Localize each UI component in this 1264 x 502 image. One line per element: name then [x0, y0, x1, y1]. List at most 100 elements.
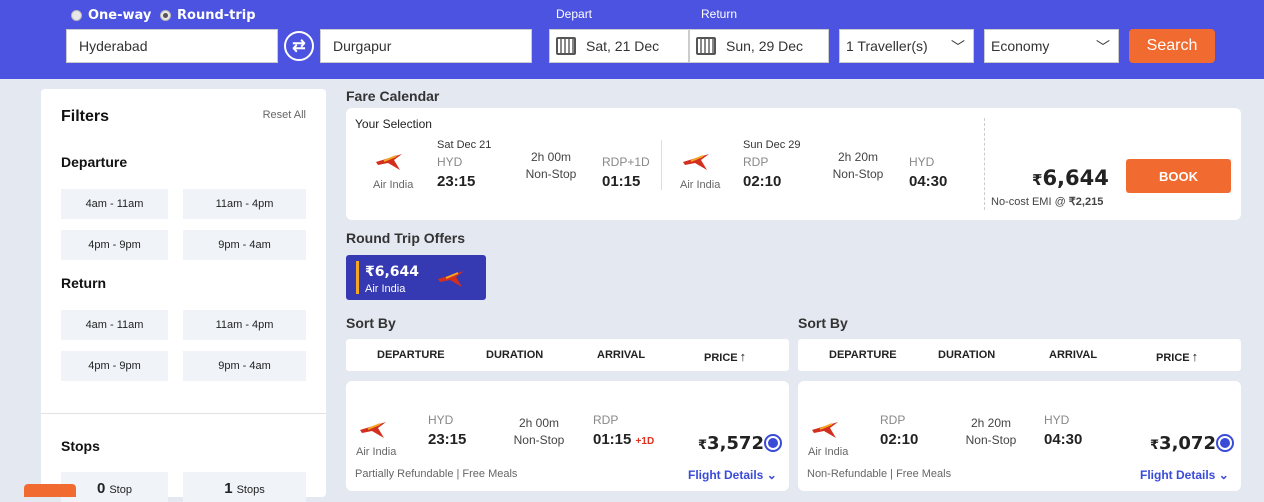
flight-details-link[interactable]: Flight Details ⌄	[688, 468, 777, 482]
sort-price[interactable]: PRICE ↑	[1156, 349, 1198, 364]
offer-card[interactable]: ₹6,644 Air India	[346, 255, 486, 300]
to-code: HYD	[1044, 413, 1070, 427]
book-button[interactable]: BOOK	[1126, 159, 1231, 193]
select-radio[interactable]	[764, 434, 782, 452]
divider	[41, 413, 326, 414]
sort-departure[interactable]: DEPARTURE	[377, 349, 445, 361]
fare-notes: Partially Refundable | Free Meals	[355, 468, 518, 480]
divider	[661, 140, 662, 190]
from-code: RDP	[880, 413, 906, 427]
departure-slot-chip[interactable]: 4am - 11am	[61, 189, 168, 219]
arrow-up-icon: ↑	[739, 349, 747, 364]
air-india-logo-icon	[376, 154, 402, 170]
offer-airline: Air India	[365, 283, 406, 295]
price: ₹3,072	[1150, 433, 1216, 454]
stop-filter-chip[interactable]: 1 Stops	[183, 472, 306, 502]
stops-heading: Stops	[61, 438, 100, 454]
return-date-field[interactable]: Sun, 29 Dec	[689, 29, 829, 63]
search-button[interactable]: Search	[1129, 29, 1215, 63]
filters-panel: Filters Reset All Departure 4am - 11am 1…	[41, 89, 326, 502]
return-stops: Non-Stop	[832, 167, 884, 181]
sort-by-title: Sort By	[798, 315, 848, 331]
radio-dot-selected	[160, 10, 171, 21]
onward-arr-time: 01:15	[602, 173, 641, 190]
arr-time: 01:15 +1D	[593, 431, 655, 448]
from-code: HYD	[428, 413, 454, 427]
stop-filter-chip[interactable]: 0 Stop	[61, 472, 168, 502]
day-change-badge: +1D	[635, 436, 655, 447]
sort-duration[interactable]: DURATION	[486, 349, 543, 361]
return-label: Return	[701, 7, 738, 21]
return-slot-chip[interactable]: 4am - 11am	[61, 310, 168, 340]
onward-sort-bar: DEPARTURE DURATION ARRIVAL PRICE ↑	[346, 339, 789, 371]
select-radio[interactable]	[1216, 434, 1234, 452]
cabin-class-select[interactable]: Economy ﹀	[984, 29, 1119, 63]
return-slot-chip[interactable]: 4pm - 9pm	[61, 351, 168, 381]
onward-date: Sat Dec 21	[437, 139, 492, 151]
emi-text: No-cost EMI @ ₹2,215	[991, 196, 1104, 208]
radio-dot	[71, 10, 82, 21]
sort-price[interactable]: PRICE ↑	[704, 349, 746, 364]
return-slot-chip[interactable]: 11am - 4pm	[183, 310, 306, 340]
airline-name: Air India	[808, 446, 849, 458]
return-from-code: RDP	[743, 155, 769, 169]
air-india-logo-icon	[683, 154, 709, 170]
sort-arrival[interactable]: ARRIVAL	[597, 349, 645, 361]
swap-icon[interactable]: ⇄	[284, 31, 314, 61]
filters-title: Filters	[61, 108, 110, 125]
calendar-icon	[696, 37, 716, 55]
departure-heading: Departure	[61, 154, 128, 170]
chevron-down-icon: ⌄	[1218, 468, 1229, 482]
stops: Non-Stop	[965, 433, 1017, 447]
return-heading: Return	[61, 275, 107, 291]
departure-slot-chip[interactable]: 4pm - 9pm	[61, 230, 168, 260]
flight-result-card[interactable]: Air India HYD 23:15 2h 00m Non-Stop RDP …	[346, 381, 789, 491]
air-india-logo-icon	[812, 422, 838, 438]
from-city-input[interactable]: Hyderabad	[66, 29, 278, 63]
return-dep-time: 02:10	[743, 173, 782, 190]
calendar-icon	[556, 37, 576, 55]
to-city-input[interactable]: Durgapur	[320, 29, 532, 63]
sort-arrival[interactable]: ARRIVAL	[1049, 349, 1097, 361]
chevron-down-icon: ⌄	[766, 468, 777, 482]
reset-all-link[interactable]: Reset All	[263, 109, 306, 121]
round-trip-radio[interactable]: Round-trip	[160, 8, 256, 23]
return-sort-bar: DEPARTURE DURATION ARRIVAL PRICE ↑	[798, 339, 1241, 371]
airline-name: Air India	[680, 179, 721, 191]
return-duration: 2h 20m	[837, 150, 879, 164]
divider	[984, 118, 985, 210]
feedback-tab[interactable]	[24, 484, 76, 497]
offer-accent-bar	[356, 261, 359, 294]
depart-label: Depart	[556, 7, 593, 21]
your-selection-label: Your Selection	[355, 117, 432, 131]
departure-slot-chip[interactable]: 9pm - 4am	[183, 230, 306, 260]
departure-slot-chip[interactable]: 11am - 4pm	[183, 189, 306, 219]
flight-details-link[interactable]: Flight Details ⌄	[1140, 468, 1229, 482]
onward-duration: 2h 00m	[530, 150, 572, 164]
one-way-radio[interactable]: One-way	[71, 8, 151, 23]
price: ₹3,572	[698, 433, 764, 454]
sort-duration[interactable]: DURATION	[938, 349, 995, 361]
arr-time: 04:30	[1044, 431, 1083, 448]
air-india-logo-icon	[360, 422, 386, 438]
depart-date-field[interactable]: Sat, 21 Dec	[549, 29, 689, 63]
return-to-code: HYD	[909, 155, 935, 169]
onward-to-code: RDP+1D	[602, 155, 650, 169]
to-code: RDP	[593, 413, 619, 427]
total-price: ₹6,644	[1032, 166, 1109, 190]
return-slot-chip[interactable]: 9pm - 4am	[183, 351, 306, 381]
sort-departure[interactable]: DEPARTURE	[829, 349, 897, 361]
dep-time: 02:10	[880, 431, 919, 448]
stops: Non-Stop	[513, 433, 565, 447]
selection-card: Your Selection Air India Sat Dec 21 HYD …	[346, 108, 1241, 220]
travellers-select[interactable]: 1 Traveller(s) ﹀	[839, 29, 974, 63]
airline-name: Air India	[373, 179, 414, 191]
chevron-down-icon: ﹀	[951, 39, 965, 55]
flight-result-card[interactable]: Air India RDP 02:10 2h 20m Non-Stop HYD …	[798, 381, 1241, 491]
arrow-up-icon: ↑	[1191, 349, 1199, 364]
fare-calendar-title: Fare Calendar	[346, 88, 440, 104]
offer-price: ₹6,644	[365, 264, 420, 280]
onward-from-code: HYD	[437, 155, 463, 169]
fare-notes: Non-Refundable | Free Meals	[807, 468, 952, 480]
duration: 2h 20m	[970, 416, 1012, 430]
